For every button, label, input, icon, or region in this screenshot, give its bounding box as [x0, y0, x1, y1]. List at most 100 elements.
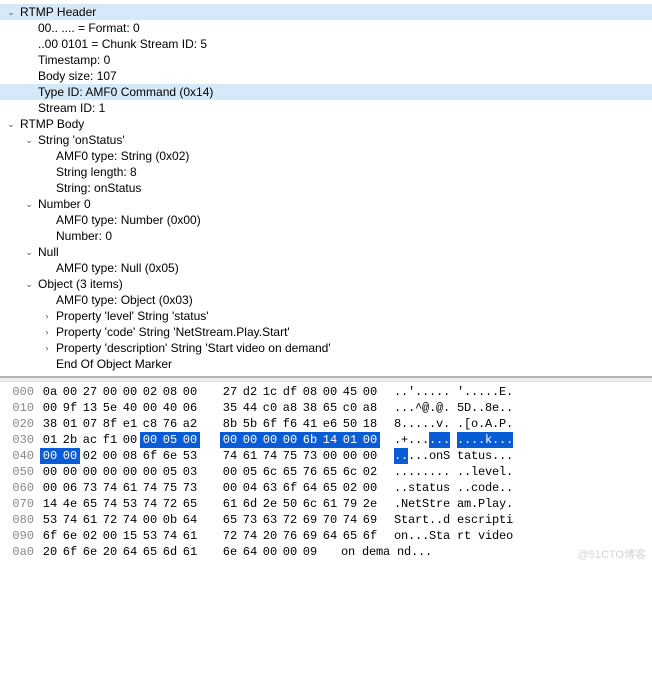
- tree-label: Type ID: AMF0 Command (0x14): [38, 84, 213, 100]
- tree-label: AMF0 type: Number (0x00): [56, 212, 201, 228]
- tree-label: 00.. .... = Format: 0: [38, 20, 140, 36]
- hex-row[interactable]: 0000a0027000002080027d21cdf08004500..'..…: [0, 384, 652, 400]
- hex-bytes: 206f6e2064656d616e64000009: [40, 544, 320, 560]
- tree-label: String 'onStatus': [38, 132, 125, 148]
- format-field[interactable]: ·00.. .... = Format: 0: [0, 20, 652, 36]
- object-node[interactable]: ⌄Object (3 items): [0, 276, 652, 292]
- chunk-stream-id-field[interactable]: ·..00 0101 = Chunk Stream ID: 5: [0, 36, 652, 52]
- packet-details-tree[interactable]: ⌄RTMP Header·00.. .... = Format: 0·..00 …: [0, 0, 652, 376]
- prop-description-node[interactable]: ›Property 'description' String 'Start vi…: [0, 340, 652, 356]
- hex-ascii: on dema nd...: [320, 544, 432, 560]
- tree-label: End Of Object Marker: [56, 356, 172, 372]
- caret-right-icon[interactable]: ›: [42, 340, 52, 356]
- null-node[interactable]: ⌄Null: [0, 244, 652, 260]
- hex-offset: 050: [0, 464, 40, 480]
- hex-ascii: Start..d escripti: [380, 512, 513, 528]
- hex-offset: 080: [0, 512, 40, 528]
- hex-offset: 090: [0, 528, 40, 544]
- hex-bytes: 0a0027000002080027d21cdf08004500: [40, 384, 380, 400]
- caret-down-icon[interactable]: ⌄: [6, 116, 16, 132]
- tree-label: String length: 8: [56, 164, 137, 180]
- hex-offset: 030: [0, 432, 40, 448]
- hex-bytes: 012bacf100000500000000006b140100: [40, 432, 380, 448]
- tree-label: ..00 0101 = Chunk Stream ID: 5: [38, 36, 207, 52]
- tree-label: String: onStatus: [56, 180, 141, 196]
- hex-ascii: .....onS tatus...: [380, 448, 513, 464]
- hex-bytes: 5374617274000b646573637269707469: [40, 512, 380, 528]
- hex-row[interactable]: 0805374617274000b646573637269707469Start…: [0, 512, 652, 528]
- hex-row[interactable]: 06000067374617475730004636f64650200..sta…: [0, 480, 652, 496]
- tree-label: RTMP Header: [20, 4, 96, 20]
- tree-label: AMF0 type: Object (0x03): [56, 292, 193, 308]
- hex-ascii: on...Sta rt video: [380, 528, 513, 544]
- amf0-string-type[interactable]: ·AMF0 type: String (0x02): [0, 148, 652, 164]
- caret-down-icon[interactable]: ⌄: [24, 244, 34, 260]
- type-id-field[interactable]: ·Type ID: AMF0 Command (0x14): [0, 84, 652, 100]
- caret-right-icon[interactable]: ›: [42, 308, 52, 324]
- hex-ascii: ........ ..level.: [380, 464, 513, 480]
- caret-down-icon[interactable]: ⌄: [24, 196, 34, 212]
- string-onstatus-node[interactable]: ⌄String 'onStatus': [0, 132, 652, 148]
- amf0-number-type[interactable]: ·AMF0 type: Number (0x00): [0, 212, 652, 228]
- tree-label: RTMP Body: [20, 116, 84, 132]
- tree-label: Timestamp: 0: [38, 52, 110, 68]
- hex-ascii: 8.....v. .[o.A.P.: [380, 416, 513, 432]
- hex-ascii: .NetStre am.Play.: [380, 496, 513, 512]
- number-value-field[interactable]: ·Number: 0: [0, 228, 652, 244]
- hex-row[interactable]: 050000000000000050300056c6576656c02.....…: [0, 464, 652, 480]
- hex-bytes: 00067374617475730004636f64650200: [40, 480, 380, 496]
- hex-offset: 010: [0, 400, 40, 416]
- prop-code-node[interactable]: ›Property 'code' String 'NetStream.Play.…: [0, 324, 652, 340]
- hex-row[interactable]: 0a0206f6e2064656d616e64000009 on dema nd…: [0, 544, 652, 560]
- tree-label: Property 'description' String 'Start vid…: [56, 340, 331, 356]
- number-node[interactable]: ⌄Number 0: [0, 196, 652, 212]
- hex-dump-pane[interactable]: 0000a0027000002080027d21cdf08004500..'..…: [0, 382, 652, 566]
- stream-id-field[interactable]: ·Stream ID: 1: [0, 100, 652, 116]
- tree-label: Body size: 107: [38, 68, 117, 84]
- hex-bytes: 000000000000050300056c6576656c02: [40, 464, 380, 480]
- hex-row[interactable]: 010009f135e400040063544c0a83865c0a8...^@…: [0, 400, 652, 416]
- hex-offset: 070: [0, 496, 40, 512]
- hex-row[interactable]: 0906f6e020015537461727420766964656fon...…: [0, 528, 652, 544]
- hex-row[interactable]: 04000000200086f6e537461747573000000.....…: [0, 448, 652, 464]
- hex-offset: 0a0: [0, 544, 40, 560]
- amf0-object-type[interactable]: ·AMF0 type: Object (0x03): [0, 292, 652, 308]
- hex-row[interactable]: 070144e657453747265616d2e506c61792e.NetS…: [0, 496, 652, 512]
- string-value-field[interactable]: ·String: onStatus: [0, 180, 652, 196]
- prop-level-node[interactable]: ›Property 'level' String 'status': [0, 308, 652, 324]
- hex-offset: 060: [0, 480, 40, 496]
- end-of-object-field[interactable]: ·End Of Object Marker: [0, 356, 652, 372]
- tree-label: Object (3 items): [38, 276, 123, 292]
- caret-down-icon[interactable]: ⌄: [24, 276, 34, 292]
- string-length-field[interactable]: ·String length: 8: [0, 164, 652, 180]
- tree-label: AMF0 type: Null (0x05): [56, 260, 179, 276]
- hex-row[interactable]: 030012bacf100000500000000006b140100.+...…: [0, 432, 652, 448]
- rtmp-body-node[interactable]: ⌄RTMP Body: [0, 116, 652, 132]
- tree-label: Property 'level' String 'status': [56, 308, 209, 324]
- tree-label: Stream ID: 1: [38, 100, 105, 116]
- timestamp-field[interactable]: ·Timestamp: 0: [0, 52, 652, 68]
- hex-row[interactable]: 0203801078fe1c876a28b5b6ff641e650188....…: [0, 416, 652, 432]
- caret-right-icon[interactable]: ›: [42, 324, 52, 340]
- hex-bytes: 009f135e400040063544c0a83865c0a8: [40, 400, 380, 416]
- body-size-field[interactable]: ·Body size: 107: [0, 68, 652, 84]
- tree-label: Property 'code' String 'NetStream.Play.S…: [56, 324, 290, 340]
- hex-bytes: 144e657453747265616d2e506c61792e: [40, 496, 380, 512]
- rtmp-header-node[interactable]: ⌄RTMP Header: [0, 4, 652, 20]
- hex-ascii: ..'..... '.....E.: [380, 384, 513, 400]
- tree-label: Number: 0: [56, 228, 112, 244]
- hex-offset: 020: [0, 416, 40, 432]
- hex-ascii: ...^@.@. 5D..8e..: [380, 400, 513, 416]
- tree-label: Null: [38, 244, 59, 260]
- hex-ascii: .+...... ....k...: [380, 432, 513, 448]
- hex-ascii: ..status ..code..: [380, 480, 513, 496]
- amf0-null-type[interactable]: ·AMF0 type: Null (0x05): [0, 260, 652, 276]
- hex-offset: 040: [0, 448, 40, 464]
- caret-down-icon[interactable]: ⌄: [24, 132, 34, 148]
- caret-down-icon[interactable]: ⌄: [6, 4, 16, 20]
- tree-label: AMF0 type: String (0x02): [56, 148, 189, 164]
- hex-bytes: 6f6e020015537461727420766964656f: [40, 528, 380, 544]
- hex-offset: 000: [0, 384, 40, 400]
- hex-bytes: 00000200086f6e537461747573000000: [40, 448, 380, 464]
- tree-label: Number 0: [38, 196, 91, 212]
